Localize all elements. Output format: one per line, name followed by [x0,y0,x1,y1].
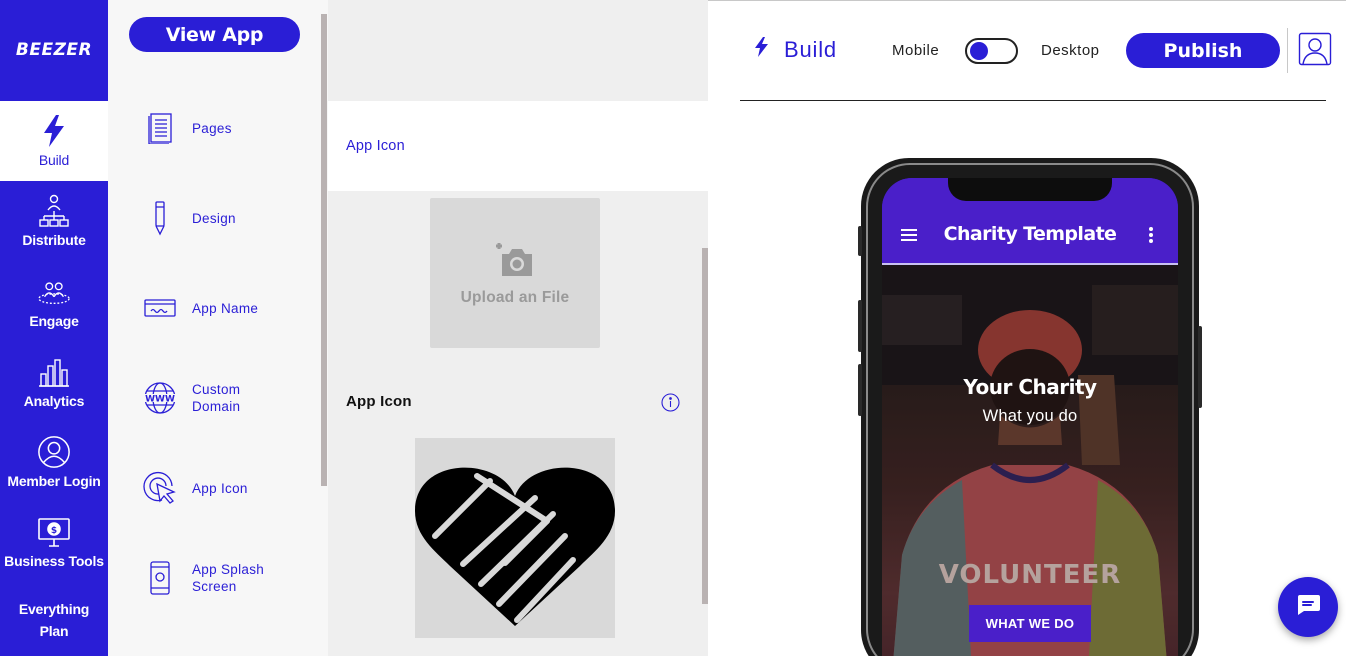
support-chat-button[interactable] [1278,577,1338,637]
preview-hero-title: Your Charity [963,375,1097,399]
topbar-divider [1287,28,1288,73]
more-options-icon[interactable] [1148,226,1154,244]
top-border [708,0,1346,1]
app-icon-section-title: App Icon [346,393,412,410]
user-profile-icon[interactable] [1298,32,1332,66]
svg-text:$: $ [51,526,57,536]
submenu-label: Pages [192,120,232,136]
chat-bubble-icon [1295,594,1321,621]
build-heading: Build [752,36,837,63]
toggle-knob [970,42,988,60]
plan-label: Everything Plan [18,601,90,639]
app-preview-screen: Charity Template VOLUNTEER Your Charity … [882,178,1178,656]
submenu-label: App Splash Screen [192,562,265,594]
phone-side-button [1198,326,1202,408]
publish-button[interactable]: Publish [1126,33,1280,68]
analytics-icon [37,355,71,389]
phone-splash-icon [140,558,180,598]
view-app-button[interactable]: View App [129,17,300,52]
rail-item-label: Business Tools [4,553,104,569]
lightning-icon [752,36,770,63]
phone-side-button [858,300,862,352]
rail-item-label: Build [38,152,70,168]
submenu-label: App Icon [192,480,248,496]
rail-item-everything-plan[interactable]: Everything Plan [0,590,108,650]
rail-item-label: Distribute [22,232,86,248]
rail-item-label: Member Login [7,473,101,489]
app-builder-screen: BEEZER Build Distribute Engage Analytics [0,0,1346,656]
submenu-scrollbar[interactable] [321,14,327,486]
preview-cta-button[interactable]: WHAT WE DO [969,605,1091,642]
logo-text: BEEZER [15,40,93,60]
phone-side-button [858,226,862,256]
upload-label: Upload an File [460,288,570,306]
mobile-mode-label[interactable]: Mobile [892,42,939,59]
preview-hero-image: VOLUNTEER [882,265,1178,656]
main-nav-rail: BEEZER Build Distribute Engage Analytics [0,0,108,656]
volunteer-photo: VOLUNTEER [882,265,1178,656]
panel-scrollbar[interactable] [702,248,708,604]
add-photo-icon [492,240,538,283]
submenu-label: App Name [192,300,259,316]
rail-item-analytics[interactable]: Analytics [0,342,108,422]
panel-header-title: App Icon [346,138,405,154]
svg-text:WWW: WWW [145,395,175,405]
engage-icon [37,275,71,309]
lightning-icon [37,114,71,148]
panel-top-area [328,0,708,100]
submenu-item-design[interactable]: Design [140,188,320,248]
panel-header: App Icon [328,101,708,191]
upload-file-dropzone[interactable]: Upload an File [430,198,600,348]
preview-hero-subtitle: What you do [982,407,1078,425]
info-icon[interactable] [661,393,680,412]
rail-item-business-tools[interactable]: $ Business Tools [0,502,108,582]
rail-item-member-login[interactable]: Member Login [0,422,108,502]
submenu-item-app-splash-screen[interactable]: App Splash Screen [140,548,320,608]
rail-item-engage[interactable]: Engage [0,262,108,342]
cursor-click-icon [140,468,180,508]
rail-item-distribute[interactable]: Distribute [0,181,108,261]
handshake-heart-icon [415,436,615,641]
app-icon-preview[interactable] [415,438,615,638]
rail-item-build[interactable]: Build [0,101,108,181]
www-globe-icon: WWW [140,378,180,418]
pages-icon [140,108,180,148]
phone-notch [948,178,1112,201]
build-heading-label: Build [784,36,837,62]
topbar-underline [740,100,1326,101]
beezer-logo[interactable]: BEEZER [0,0,108,100]
submenu-item-custom-domain[interactable]: WWW Custom Domain [140,368,320,428]
member-login-icon [37,435,71,469]
submenu-item-app-icon[interactable]: App Icon [140,458,320,518]
submenu-label: Design [192,210,236,226]
distribute-icon [37,194,71,228]
submenu-item-app-name[interactable]: App Name [140,278,320,338]
rail-item-label: Analytics [23,393,85,409]
business-tools-icon: $ [37,515,71,549]
app-name-icon [140,288,180,328]
preview-app-title: Charity Template [943,223,1117,245]
rail-item-label: Engage [29,313,79,329]
submenu-item-pages[interactable]: Pages [140,98,320,158]
pencil-icon [140,198,180,238]
phone-side-button [858,364,862,416]
mobile-desktop-toggle[interactable] [965,38,1018,64]
submenu-label: Custom Domain [192,382,241,414]
desktop-mode-label[interactable]: Desktop [1041,42,1100,59]
